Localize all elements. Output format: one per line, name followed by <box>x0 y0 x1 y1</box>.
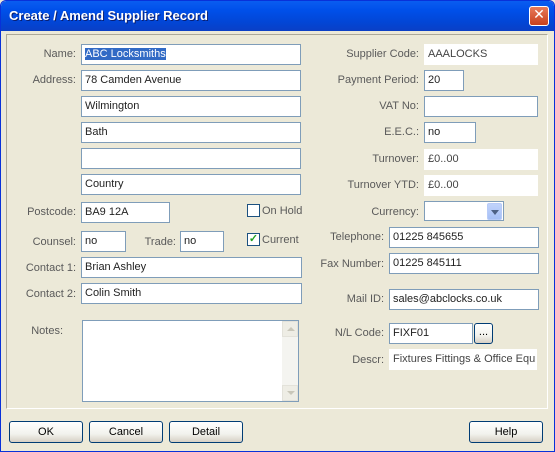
trade-field[interactable]: no <box>180 231 224 252</box>
on-hold-checkbox[interactable] <box>247 204 260 217</box>
close-button[interactable]: ✕ <box>529 6 549 26</box>
on-hold-label: On Hold <box>262 205 303 217</box>
detail-button[interactable]: Detail <box>169 421 243 443</box>
contact1-field[interactable]: Brian Ashley <box>81 257 302 278</box>
payment-period-field[interactable]: 20 <box>424 70 464 91</box>
name-label: Name: <box>43 48 76 60</box>
fax-label: Fax Number: <box>320 258 384 270</box>
contact2-field[interactable]: Colin Smith <box>81 283 302 304</box>
close-icon: ✕ <box>533 7 545 23</box>
name-field[interactable]: ABC Locksmiths <box>81 44 301 65</box>
turnover-label: Turnover: <box>372 153 419 165</box>
descr-label: Descr: <box>352 354 384 366</box>
counsel-label: Counsel: <box>32 236 76 248</box>
nl-code-label: N/L Code: <box>334 327 384 339</box>
address-line-2[interactable]: Wilmington <box>81 96 301 117</box>
address-line-3[interactable]: Bath <box>81 122 301 143</box>
vat-no-field[interactable] <box>424 96 538 117</box>
contact1-label: Contact 1: <box>25 262 76 274</box>
telephone-label: Telephone: <box>330 231 384 243</box>
currency-label: Currency: <box>371 206 419 218</box>
postcode-field[interactable]: BA9 12A <box>81 202 170 223</box>
scroll-down-icon[interactable] <box>282 385 298 401</box>
address-line-1[interactable]: 78 Camden Avenue <box>81 70 301 91</box>
notes-label: Notes: <box>31 325 63 337</box>
currency-select[interactable] <box>424 201 504 221</box>
help-button[interactable]: Help <box>469 421 543 443</box>
supplier-record-dialog: Create / Amend Supplier Record ✕ Name: A… <box>0 0 555 452</box>
eec-field[interactable]: no <box>424 122 476 143</box>
checkmark-icon: ✓ <box>248 233 259 245</box>
supplier-code-label: Supplier Code: <box>346 48 419 60</box>
cancel-button[interactable]: Cancel <box>89 421 163 443</box>
trade-label: Trade: <box>144 236 176 248</box>
contact2-label: Contact 2: <box>25 288 76 300</box>
window-title: Create / Amend Supplier Record <box>9 8 208 23</box>
turnover-ytd-field: £0..00 <box>424 175 538 196</box>
vat-no-label: VAT No: <box>379 100 419 112</box>
telephone-field[interactable]: 01225 845655 <box>389 227 539 248</box>
notes-scrollbar[interactable] <box>282 321 298 401</box>
title-bar[interactable]: Create / Amend Supplier Record ✕ <box>1 1 554 31</box>
current-checkbox[interactable]: ✓ <box>247 233 260 246</box>
address-line-4[interactable] <box>81 148 301 169</box>
mail-id-field[interactable]: sales@abclocks.co.uk <box>389 289 539 310</box>
supplier-code-field: AAALOCKS <box>424 44 538 65</box>
postcode-label: Postcode: <box>27 206 76 218</box>
turnover-field: £0..00 <box>424 149 538 170</box>
notes-textarea[interactable] <box>82 320 299 402</box>
nl-code-browse-button[interactable]: ... <box>474 323 493 344</box>
nl-code-field[interactable]: FIXF01 <box>389 323 473 344</box>
scroll-up-icon[interactable] <box>282 321 298 337</box>
descr-field: Fixtures Fittings & Office Equi <box>389 349 537 370</box>
current-label: Current <box>262 234 299 246</box>
mail-id-label: Mail ID: <box>346 293 384 305</box>
address-line-5[interactable]: Country <box>81 174 301 195</box>
fax-field[interactable]: 01225 845111 <box>389 253 539 274</box>
address-label: Address: <box>32 74 76 86</box>
counsel-field[interactable]: no <box>81 231 126 252</box>
ok-button[interactable]: OK <box>9 421 83 443</box>
chevron-down-icon[interactable] <box>487 203 502 220</box>
payment-period-label: Payment Period: <box>337 74 419 86</box>
turnover-ytd-label: Turnover YTD: <box>347 179 419 191</box>
eec-label: E.E.C.: <box>384 126 419 138</box>
